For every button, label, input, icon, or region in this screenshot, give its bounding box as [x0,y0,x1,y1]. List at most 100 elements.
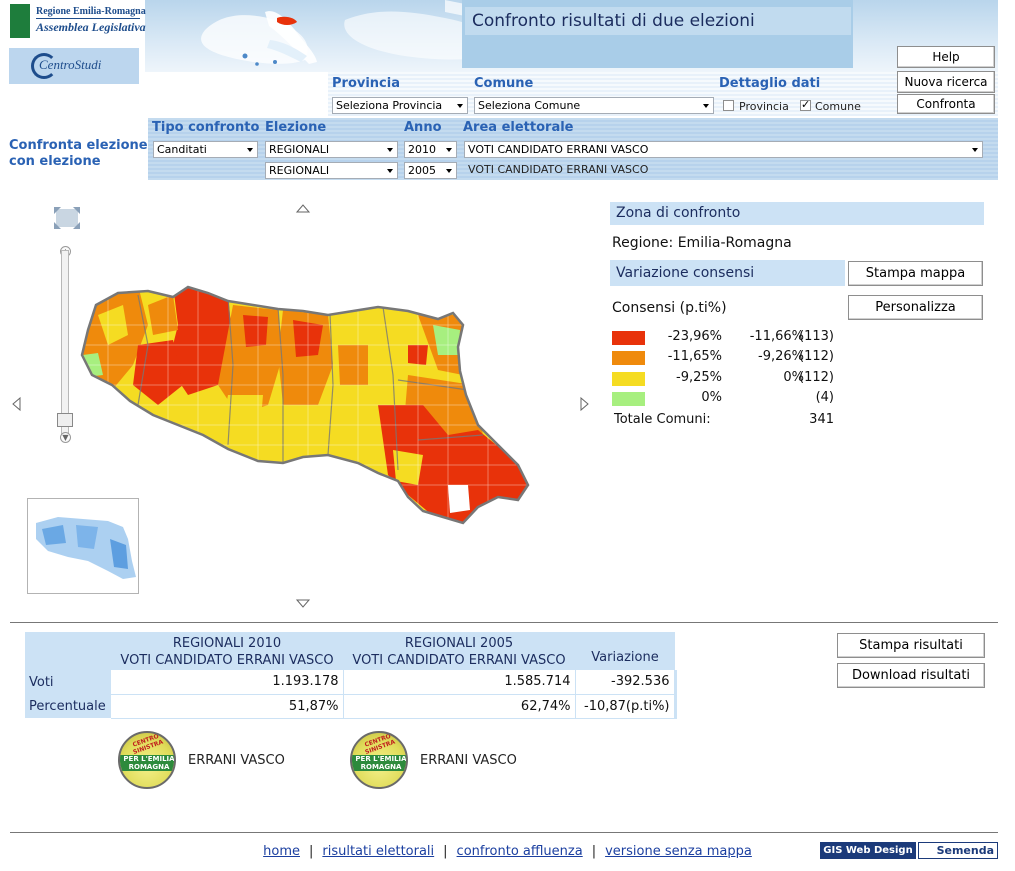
help-button[interactable]: Help [897,46,995,68]
provincia-checkbox-label: Provincia [739,100,789,113]
totale-comuni-label: Totale Comuni: [614,412,711,427]
legend-count-3: (112) [799,370,834,385]
party-symbol-logo: CENTRO SINISTRA PER L'EMILIA ROMAGNA [118,731,176,789]
table-row: Percentuale 51,87% 62,74% -10,87(p.ti%) [25,694,677,719]
new-search-button[interactable]: Nuova ricerca [897,71,995,93]
chevron-down-icon [703,103,709,108]
dettaglio-label: Dettaglio dati [719,76,821,91]
compare-button[interactable]: Confronta [897,94,995,114]
legend-swatch-3 [612,372,645,386]
area-elettorale-label: Area elettorale [463,120,574,135]
legend-title: Consensi (p.ti%) [612,300,727,316]
gis-web-design-logo[interactable]: GIS Web Design Semenda [820,842,998,859]
footer-separator: | [443,844,448,859]
download-risultati-button[interactable]: Download risultati [837,663,985,688]
row-value-col3: -392.536 [575,670,677,695]
col1-line2: VOTI CANDIDATO ERRANI VASCO [120,653,334,668]
elezione-2-value: REGIONALI [269,164,330,177]
centro-studi-label: CentroStudi [39,57,102,72]
totale-comuni-value: 341 [809,412,834,427]
candidate-name-2: ERRANI VASCO [420,753,517,768]
personalizza-button[interactable]: Personalizza [848,295,983,320]
col2-line2: VOTI CANDIDATO ERRANI VASCO [352,653,566,668]
col1-line1: REGIONALI 2010 [172,636,282,651]
row-value-col2: 1.585.714 [343,670,576,695]
region-choropleth-map[interactable] [78,285,533,525]
overview-map[interactable] [27,498,139,594]
results-table: REGIONALI 2010 VOTI CANDIDATO ERRANI VAS… [25,632,677,719]
tipo-confronto-select[interactable]: Canditati [153,141,258,158]
anno-label: Anno [404,120,442,135]
provincia-checkbox[interactable] [723,100,734,111]
party-symbol-logo: CENTRO SINISTRA PER L'EMILIA ROMAGNA [350,731,408,789]
row-label: Voti [25,670,111,694]
zoom-slider-handle[interactable] [57,413,73,427]
pan-right-icon[interactable] [580,396,590,412]
legend-count-2: (112) [799,349,834,364]
comune-select[interactable]: Seleziona Comune [474,97,714,114]
results-header-col3: Variazione [575,632,675,670]
footer-link-risultati[interactable]: risultati elettorali [313,844,443,859]
row-value-col1: 51,87% [111,694,344,719]
credit-gis: GIS Web Design [820,842,916,859]
provincia-select[interactable]: Seleziona Provincia [332,97,468,114]
area-elettorale-2-value: VOTI CANDIDATO ERRANI VASCO [468,163,649,176]
provincia-label: Provincia [332,76,400,91]
full-extent-icon[interactable] [52,204,82,232]
credit-semenda: Semenda [918,842,998,859]
legend-from-2: -11,65% [667,349,722,364]
legend-from-4: 0% [701,390,722,405]
divider [10,622,998,623]
legend-swatch-4 [612,392,645,406]
comune-label: Comune [474,76,534,91]
elezione-1-select[interactable]: REGIONALI [265,141,398,158]
chevron-down-icon [457,103,463,108]
centro-studi-logo[interactable]: CentroStudi [9,48,139,84]
chevron-down-icon [247,147,253,152]
legend-from-1: -23,96% [667,329,722,344]
stampa-risultati-button[interactable]: Stampa risultati [837,633,985,658]
logo-line1: Regione Emilia-Romagna [36,6,146,17]
footer-divider [10,832,998,833]
chevron-down-icon [972,147,978,152]
anno-1-value: 2010 [408,143,436,156]
results-header-empty [25,632,111,670]
chevron-down-icon [387,147,393,152]
page-title: Confronto risultati di due elezioni [465,7,851,35]
row-value-col1: 1.193.178 [111,670,344,695]
area-elettorale-1-value: VOTI CANDIDATO ERRANI VASCO [468,143,649,156]
area-elettorale-select[interactable]: VOTI CANDIDATO ERRANI VASCO [464,141,983,158]
regione-emilia-romagna-logo[interactable]: Regione Emilia-Romagna Assemblea Legisla… [10,4,146,42]
anno-2-value: 2005 [408,164,436,177]
zona-confronto-header: Zona di confronto [610,202,984,225]
pan-up-icon[interactable] [295,202,311,213]
pan-down-icon[interactable] [295,598,311,608]
anno-1-select[interactable]: 2010 [404,141,457,158]
zoom-out-icon[interactable]: ▼ [60,432,71,443]
footer-link-affluenza[interactable]: confronto affluenza [448,844,592,859]
zoom-slider-track[interactable] [61,250,69,440]
legend-swatch-2 [612,351,645,365]
results-header-row: REGIONALI 2010 VOTI CANDIDATO ERRANI VAS… [25,632,675,670]
con-elezione-label: con elezione [9,154,101,169]
footer-link-senza-mappa[interactable]: versione senza mappa [596,844,761,859]
chevron-down-icon [446,147,452,152]
elezione-1-value: REGIONALI [269,143,330,156]
results-header-col1: REGIONALI 2010 VOTI CANDIDATO ERRANI VAS… [111,632,343,670]
results-header-col2: REGIONALI 2005 VOTI CANDIDATO ERRANI VAS… [343,632,575,670]
stampa-mappa-button[interactable]: Stampa mappa [848,261,983,286]
row-label: Percentuale [25,694,111,718]
candidate-name-1: ERRANI VASCO [188,753,285,768]
anno-2-select[interactable]: 2005 [404,162,457,179]
elezione-2-select[interactable]: REGIONALI [265,162,398,179]
legend-count-1: (113) [799,329,834,344]
comune-checkbox[interactable] [800,98,811,111]
tipo-confronto-value: Canditati [157,143,207,156]
logo-line2: Assemblea Legislativa [36,20,146,34]
pan-left-icon[interactable] [11,396,21,412]
footer-link-home[interactable]: home [254,844,309,859]
variazione-consensi-header: Variazione consensi [610,260,845,286]
tipo-confronto-label: Tipo confronto [152,120,260,135]
confronta-elezione-label: Confronta elezione [9,138,148,153]
row-value-col2: 62,74% [343,694,576,719]
